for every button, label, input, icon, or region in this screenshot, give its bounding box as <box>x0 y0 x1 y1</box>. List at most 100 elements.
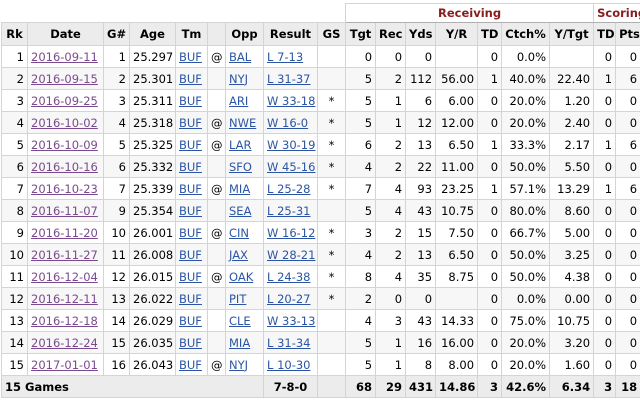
totals-result: 7-8-0 <box>263 375 318 398</box>
col-header-scoring-td[interactable]: TD <box>593 22 617 46</box>
yards-per-target-cell: 22.40 <box>549 67 595 90</box>
scoring-td-cell: 0 <box>593 243 617 266</box>
result-link[interactable]: L 25-28 <box>267 182 310 196</box>
result-link[interactable]: W 33-18 <box>267 94 315 108</box>
team-link[interactable]: BUF <box>179 116 202 130</box>
date-link[interactable]: 2016-11-20 <box>31 226 98 240</box>
game-number-cell: 2 <box>103 67 130 90</box>
date-link[interactable]: 2016-11-07 <box>31 204 98 218</box>
opponent-link[interactable]: JAX <box>229 248 248 262</box>
col-header-ctch[interactable]: Ctch% <box>501 22 551 46</box>
receptions-cell: 1 <box>375 111 407 134</box>
col-header-rk[interactable]: Rk <box>1 22 28 46</box>
result-link[interactable]: W 16-12 <box>267 226 315 240</box>
col-header-home-away[interactable] <box>207 22 226 46</box>
opponent-link[interactable]: NYJ <box>229 72 248 86</box>
result-link[interactable]: L 7-13 <box>267 50 303 64</box>
opponent-link[interactable]: ARI <box>229 94 248 108</box>
date-link[interactable]: 2016-11-27 <box>31 248 98 262</box>
result-link[interactable]: W 30-19 <box>267 138 315 152</box>
team-link[interactable]: BUF <box>179 248 202 262</box>
col-header-tm[interactable]: Tm <box>175 22 208 46</box>
col-header-ytgt[interactable]: Y/Tgt <box>549 22 595 46</box>
date-link[interactable]: 2016-10-09 <box>31 138 98 152</box>
team-link[interactable]: BUF <box>179 94 202 108</box>
date-link[interactable]: 2017-01-01 <box>31 358 98 372</box>
team-link[interactable]: BUF <box>179 160 202 174</box>
points-cell: 0 <box>615 309 640 332</box>
team-link[interactable]: BUF <box>179 72 202 86</box>
date-link[interactable]: 2016-09-15 <box>31 72 98 86</box>
team-link[interactable]: BUF <box>179 336 202 350</box>
targets-cell: 0 <box>345 45 377 68</box>
date-link[interactable]: 2016-10-16 <box>31 160 98 174</box>
date-link[interactable]: 2016-10-02 <box>31 116 98 130</box>
opponent-link[interactable]: SEA <box>229 204 251 218</box>
opponent-link[interactable]: OAK <box>229 270 253 284</box>
col-header-opp[interactable]: Opp <box>225 22 264 46</box>
team-link[interactable]: BUF <box>179 182 202 196</box>
col-header-ypr[interactable]: Y/R <box>435 22 479 46</box>
result-link[interactable]: L 24-38 <box>267 270 310 284</box>
team-link[interactable]: BUF <box>179 292 202 306</box>
table-row: 11 2016-12-04 12 26.015 BUF @ OAK L 24-38 * 8 4 35 8… <box>1 265 640 288</box>
yards-cell: 6 <box>405 89 437 112</box>
col-header-rec[interactable]: Rec <box>375 22 407 46</box>
date-link[interactable]: 2016-12-04 <box>31 270 98 284</box>
catch-pct-cell: 0.0% <box>501 287 551 310</box>
totals-ypr: 14.86 <box>435 375 479 398</box>
date-link[interactable]: 2016-10-23 <box>31 182 98 196</box>
points-cell: 0 <box>615 221 640 244</box>
date-link[interactable]: 2016-12-11 <box>31 292 98 306</box>
opponent-link[interactable]: PIT <box>229 292 246 306</box>
team-link[interactable]: BUF <box>179 50 202 64</box>
result-link[interactable]: W 33-13 <box>267 314 315 328</box>
result-link[interactable]: L 31-34 <box>267 336 310 350</box>
col-header-gs[interactable]: GS <box>316 22 347 46</box>
opponent-link[interactable]: MIA <box>229 336 250 350</box>
yards-per-target-cell: 5.50 <box>549 155 595 178</box>
age-cell: 26.029 <box>129 309 176 332</box>
col-header-yds[interactable]: Yds <box>405 22 437 46</box>
opponent-link[interactable]: BAL <box>229 50 251 64</box>
team-link[interactable]: BUF <box>179 138 202 152</box>
date-link[interactable]: 2016-12-24 <box>31 336 98 350</box>
result-link[interactable]: L 25-31 <box>267 204 310 218</box>
opponent-link[interactable]: NWE <box>229 116 256 130</box>
opponent-link[interactable]: SFO <box>229 160 252 174</box>
team-link[interactable]: BUF <box>179 314 202 328</box>
team-link[interactable]: BUF <box>179 358 202 372</box>
result-link[interactable]: L 20-27 <box>267 292 310 306</box>
rank-cell: 3 <box>1 89 28 112</box>
receiving-td-cell: 0 <box>477 221 503 244</box>
result-link[interactable]: W 16-0 <box>267 116 308 130</box>
col-header-td[interactable]: TD <box>477 22 503 46</box>
team-link[interactable]: BUF <box>179 204 202 218</box>
team-link[interactable]: BUF <box>179 226 202 240</box>
col-header-result[interactable]: Result <box>263 22 318 46</box>
col-header-date[interactable]: Date <box>27 22 104 46</box>
opponent-link[interactable]: NYJ <box>229 358 248 372</box>
result-link[interactable]: W 45-16 <box>267 160 315 174</box>
result-link[interactable]: L 10-30 <box>267 358 310 372</box>
catch-pct-cell: 0.0% <box>501 45 551 68</box>
date-link[interactable]: 2016-09-11 <box>31 50 98 64</box>
opponent-link[interactable]: CIN <box>229 226 249 240</box>
date-link[interactable]: 2016-09-25 <box>31 94 98 108</box>
col-header-game-num[interactable]: G# <box>103 22 130 46</box>
result-link[interactable]: L 31-37 <box>267 72 310 86</box>
opponent-link[interactable]: LAR <box>229 138 252 152</box>
receiving-group-header: Receiving <box>345 3 595 23</box>
date-link[interactable]: 2016-12-18 <box>31 314 98 328</box>
col-header-age[interactable]: Age <box>129 22 176 46</box>
result-link[interactable]: W 28-21 <box>267 248 315 262</box>
games-started-cell: * <box>316 265 347 288</box>
team-link[interactable]: BUF <box>179 270 202 284</box>
yards-cell: 12 <box>405 111 437 134</box>
opponent-link[interactable]: CLE <box>229 314 251 328</box>
opponent-link[interactable]: MIA <box>229 182 250 196</box>
col-header-tgt[interactable]: Tgt <box>345 22 377 46</box>
points-cell: 6 <box>615 67 640 90</box>
col-header-pts[interactable]: Pts <box>615 22 640 46</box>
receiving-td-cell: 0 <box>477 265 503 288</box>
